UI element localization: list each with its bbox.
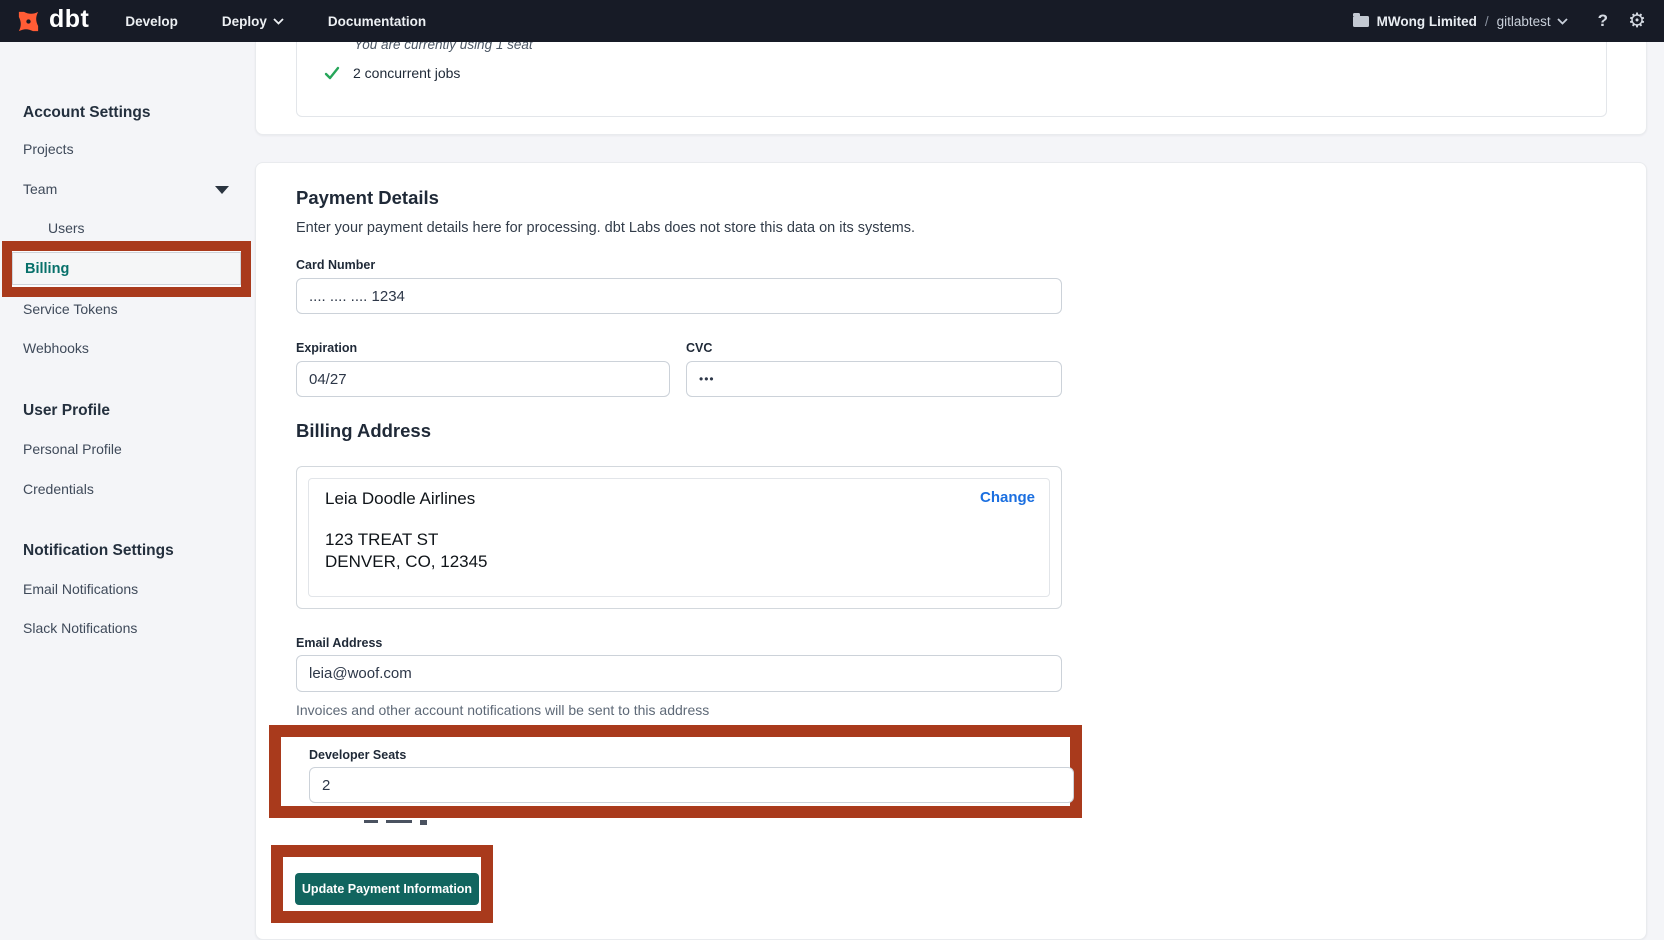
chevron-down-icon <box>273 18 284 25</box>
payment-form: Card Number Expiration CVC Billing Addre… <box>296 258 1062 718</box>
expiration-input[interactable] <box>296 361 670 397</box>
nav-item-develop-label: Develop <box>125 14 178 29</box>
annotation-box-update-button: Update Payment Information <box>271 845 493 923</box>
nav-item-documentation[interactable]: Documentation <box>328 14 426 29</box>
billing-address-inner-box: Leia Doodle Airlines Change 123 TREAT ST… <box>308 478 1050 597</box>
sidebar-item-personal-profile[interactable]: Personal Profile <box>23 441 122 457</box>
sidebar-item-billing-label: Billing <box>25 261 69 277</box>
sidebar-item-projects[interactable]: Projects <box>23 141 74 157</box>
obscured-text-fragment <box>296 820 1646 825</box>
change-address-link[interactable]: Change <box>980 489 1035 506</box>
cvc-label: CVC <box>686 341 1062 355</box>
nav-item-deploy-label: Deploy <box>222 14 267 29</box>
billing-address-line1: 123 TREAT ST <box>325 529 1035 551</box>
project-name-label: gitlabtest <box>1497 14 1551 29</box>
card-number-label: Card Number <box>296 258 1062 272</box>
help-icon[interactable]: ? <box>1598 11 1608 31</box>
annotation-box-developer-seats: Developer Seats <box>269 725 1082 818</box>
sidebar-heading-account-settings: Account Settings <box>23 104 150 122</box>
chevron-down-icon <box>1557 18 1568 25</box>
email-helper-text: Invoices and other account notifications… <box>296 702 1062 718</box>
card-number-input[interactable] <box>296 278 1062 314</box>
update-payment-information-button[interactable]: Update Payment Information <box>295 873 479 905</box>
gear-icon[interactable]: ⚙ <box>1628 11 1646 31</box>
billing-address-box: Leia Doodle Airlines Change 123 TREAT ST… <box>296 466 1062 609</box>
expiration-cvc-row: Expiration CVC <box>296 341 1062 397</box>
sidebar-item-email-notifications[interactable]: Email Notifications <box>23 581 138 597</box>
sidebar-item-team-label: Team <box>23 181 57 197</box>
payment-details-title: Payment Details <box>296 187 1646 209</box>
sidebar-item-service-tokens[interactable]: Service Tokens <box>23 301 118 317</box>
annotation-box-billing: Billing <box>2 241 251 297</box>
sidebar-heading-notification-settings: Notification Settings <box>23 542 174 560</box>
email-address-input[interactable] <box>296 655 1062 692</box>
developer-seats-input[interactable] <box>309 767 1074 803</box>
seat-usage-card: You are currently using 1 seat 2 concurr… <box>255 42 1647 135</box>
caret-down-icon[interactable] <box>215 186 229 194</box>
sidebar-item-billing[interactable]: Billing <box>12 252 241 285</box>
nav-menu: Develop Deploy Documentation <box>125 14 426 29</box>
payment-details-card: Payment Details Enter your payment detai… <box>255 162 1647 940</box>
expiration-field-group: Expiration <box>296 341 670 397</box>
sidebar-item-slack-notifications[interactable]: Slack Notifications <box>23 620 137 636</box>
sidebar-heading-user-profile: User Profile <box>23 402 110 420</box>
dbt-logo[interactable]: dbt <box>14 7 89 36</box>
email-address-label: Email Address <box>296 636 1062 650</box>
nav-item-documentation-label: Documentation <box>328 14 426 29</box>
sidebar-item-team[interactable]: Team <box>23 181 57 197</box>
cvc-input[interactable] <box>686 361 1062 397</box>
seat-usage-inner-box: You are currently using 1 seat 2 concurr… <box>296 36 1607 117</box>
cvc-field-group: CVC <box>686 341 1062 397</box>
expiration-label: Expiration <box>296 341 670 355</box>
dbt-logo-text: dbt <box>49 7 89 35</box>
billing-address-title: Billing Address <box>296 420 1062 442</box>
payment-details-subtitle: Enter your payment details here for proc… <box>296 220 1646 236</box>
billing-address-name: Leia Doodle Airlines <box>325 489 475 509</box>
billing-address-line2: DENVER, CO, 12345 <box>325 551 1035 573</box>
concurrent-jobs-text: 2 concurrent jobs <box>353 65 460 81</box>
breadcrumb-separator: / <box>1485 14 1489 29</box>
nav-right: MWong Limited / gitlabtest ? ⚙ <box>1353 11 1664 31</box>
dbt-logo-icon <box>14 7 43 36</box>
project-selector[interactable]: gitlabtest <box>1497 14 1568 29</box>
check-icon <box>324 65 340 81</box>
folder-icon <box>1353 16 1369 27</box>
top-navbar: dbt Develop Deploy Documentation MWong L… <box>0 0 1664 42</box>
nav-item-develop[interactable]: Develop <box>125 14 178 29</box>
sidebar-item-users[interactable]: Users <box>48 220 85 236</box>
account-name[interactable]: MWong Limited <box>1377 14 1477 29</box>
nav-item-deploy[interactable]: Deploy <box>222 14 284 29</box>
sidebar-item-webhooks[interactable]: Webhooks <box>23 340 89 356</box>
sidebar-item-credentials[interactable]: Credentials <box>23 481 94 497</box>
concurrent-jobs-row: 2 concurrent jobs <box>324 65 460 81</box>
developer-seats-label: Developer Seats <box>309 748 1070 762</box>
settings-sidebar: Account Settings Projects Team Users Bil… <box>0 42 252 940</box>
